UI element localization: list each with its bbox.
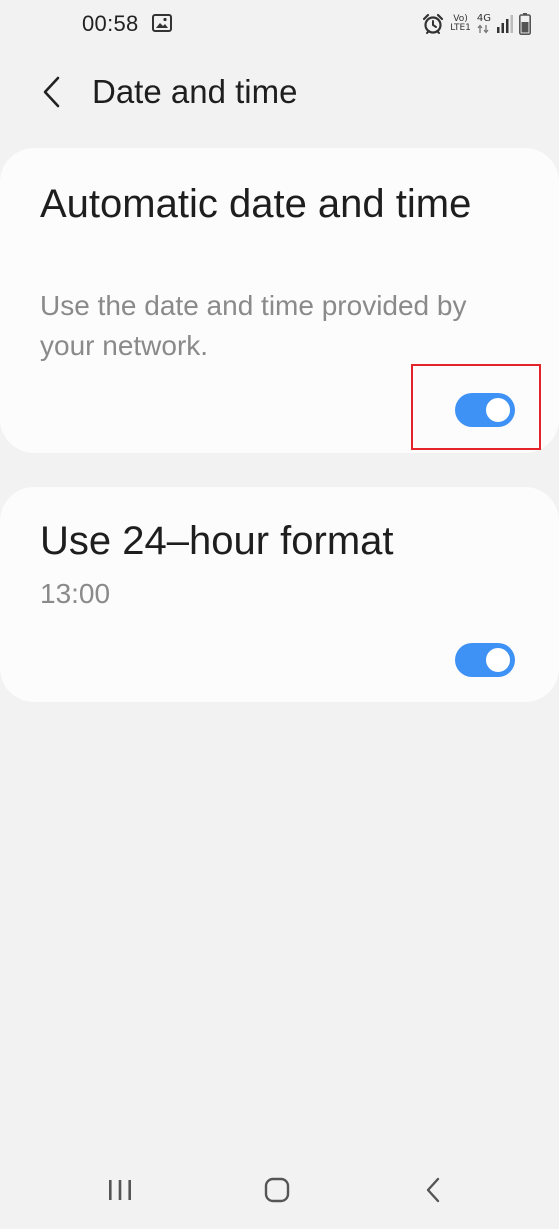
alarm-icon xyxy=(422,13,444,35)
4g-icon: 4G xyxy=(477,14,491,34)
signal-icon xyxy=(497,15,513,33)
setting-title: Use 24–hour format xyxy=(40,519,394,563)
nav-back-button[interactable] xyxy=(411,1168,455,1212)
24-hour-format-toggle[interactable] xyxy=(455,643,515,677)
status-bar: 00:58 Vo) LTE1 4G xyxy=(0,0,559,50)
home-icon xyxy=(264,1177,290,1203)
home-button[interactable] xyxy=(255,1168,299,1212)
navigation-bar xyxy=(0,1160,559,1220)
recents-button[interactable] xyxy=(98,1168,142,1212)
volte-label-bottom: LTE1 xyxy=(450,23,471,33)
back-button[interactable] xyxy=(30,70,74,114)
setting-title: Automatic date and time xyxy=(40,182,472,226)
battery-icon xyxy=(519,13,531,35)
app-header: Date and time xyxy=(0,60,559,124)
setting-description: Use the date and time provided by your n… xyxy=(40,290,467,361)
toggle-knob xyxy=(484,646,512,674)
network-label: 4G xyxy=(476,13,491,24)
gallery-icon xyxy=(152,14,172,32)
recents-icon xyxy=(109,1180,131,1200)
highlight-box xyxy=(411,364,541,450)
chevron-left-icon xyxy=(43,76,60,108)
24-hour-format-card[interactable]: Use 24–hour format 13:00 xyxy=(0,487,559,702)
page-title: Date and time xyxy=(92,73,298,110)
back-icon xyxy=(426,1177,440,1203)
status-time: 00:58 xyxy=(82,11,139,36)
setting-description: 13:00 xyxy=(40,578,111,609)
volte-icon: Vo) LTE1 xyxy=(450,15,471,33)
status-icons: Vo) LTE1 4G xyxy=(422,10,531,38)
